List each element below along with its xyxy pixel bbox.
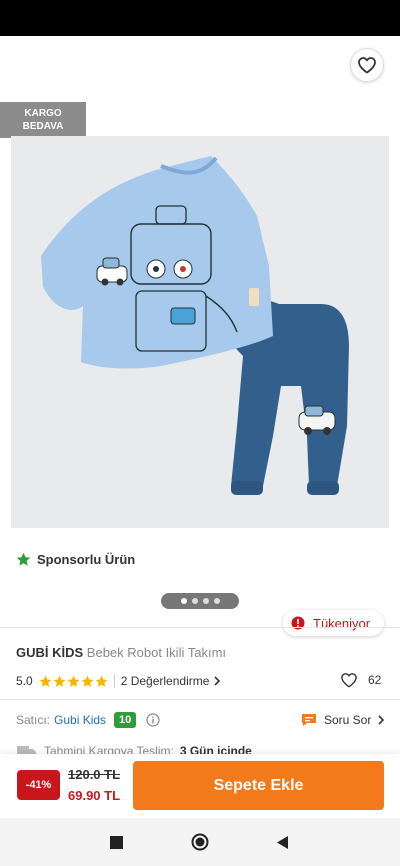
seller-score-badge: 10 [114,712,137,728]
top-bar [0,36,400,96]
back-button[interactable] [14,52,44,82]
gallery-pager[interactable] [161,593,239,609]
sponsored-label: Sponsorlu Ürün [16,552,135,567]
star-icon [67,675,80,687]
ask-question-button[interactable]: Soru Sor [300,712,385,728]
seller-name-link[interactable]: Gubi Kids [54,713,106,727]
divider [0,627,400,628]
rating-stars [39,675,108,688]
sponsored-text: Sponsorlu Ürün [37,552,136,567]
favorites-value: 62 [368,673,382,687]
home-circle-icon [191,833,209,851]
low-stock-text: Tükeniyor [313,615,371,631]
delivery-value: 3 Gün içinde [179,744,252,754]
heart-icon [358,57,376,74]
share-button[interactable] [300,52,330,82]
discount-badge: -41% [17,770,60,800]
chevron-right-icon [214,676,221,686]
delivery-row: Tahmini Kargoya Teslim: 3 Gün içinde [16,744,252,754]
system-nav-bar [0,818,400,866]
chat-icon [302,714,316,726]
info-icon[interactable] [146,713,160,727]
pager-dot[interactable] [213,598,220,604]
seller-label: Satıcı: [16,713,51,727]
badge-line-1: KARGO [24,108,62,119]
divider [0,699,400,700]
product-image[interactable] [11,136,389,528]
reviews-link[interactable]: 2 Değerlendirme [121,674,222,688]
star-icon [95,675,108,687]
ask-question-label: Soru Sor [324,713,372,727]
star-icon [16,552,31,566]
star-icon [81,675,94,687]
low-stock-badge: Tükeniyor [283,610,384,636]
pager-dot[interactable] [202,598,209,604]
star-icon [53,675,66,687]
nav-home-button[interactable] [190,832,210,852]
rating-score: 5.0 [16,674,33,688]
delivery-label: Tahmini Kargoya Teslim: [44,744,174,754]
free-shipping-badge: KARGO BEDAVA [0,102,86,138]
nav-back-button[interactable] [272,832,292,852]
product-name: Bebek Robot Ikili Takımı [86,645,227,660]
product-title: GUBİ KİDS Bebek Robot Ikili Takımı [16,645,226,660]
star-icon [39,675,52,687]
add-to-cart-button[interactable]: Sepete Ekle [133,761,384,810]
product-illustration [11,136,389,528]
old-price: 120.0 TL [68,767,121,782]
product-brand[interactable]: GUBİ KİDS [16,645,83,660]
status-bar [0,0,400,36]
checkout-bar: -41% 120.0 TL 69.90 TL Sepete Ekle [0,754,400,818]
heart-icon [341,673,357,688]
reviews-label: 2 Değerlendirme [120,674,210,688]
nav-recents-button[interactable] [106,832,126,852]
share-icon [306,58,323,76]
pager-dot[interactable] [180,598,187,604]
truck-icon [17,746,36,754]
seller-row: Satıcı: Gubi Kids 10 [16,712,160,728]
new-price: 69.90 TL [68,788,121,803]
badge-line-2: BEDAVA [22,121,64,132]
favorites-count[interactable]: 62 [340,672,381,688]
separator [113,674,115,688]
chevron-right-icon [378,715,385,725]
recents-square-icon [109,835,123,849]
rating-row: 5.0 2 Değerlendirme [16,674,221,688]
favorite-button[interactable] [350,48,384,82]
back-triangle-icon [276,835,288,849]
back-arrow-icon [21,60,37,74]
pager-dot[interactable] [191,598,198,604]
